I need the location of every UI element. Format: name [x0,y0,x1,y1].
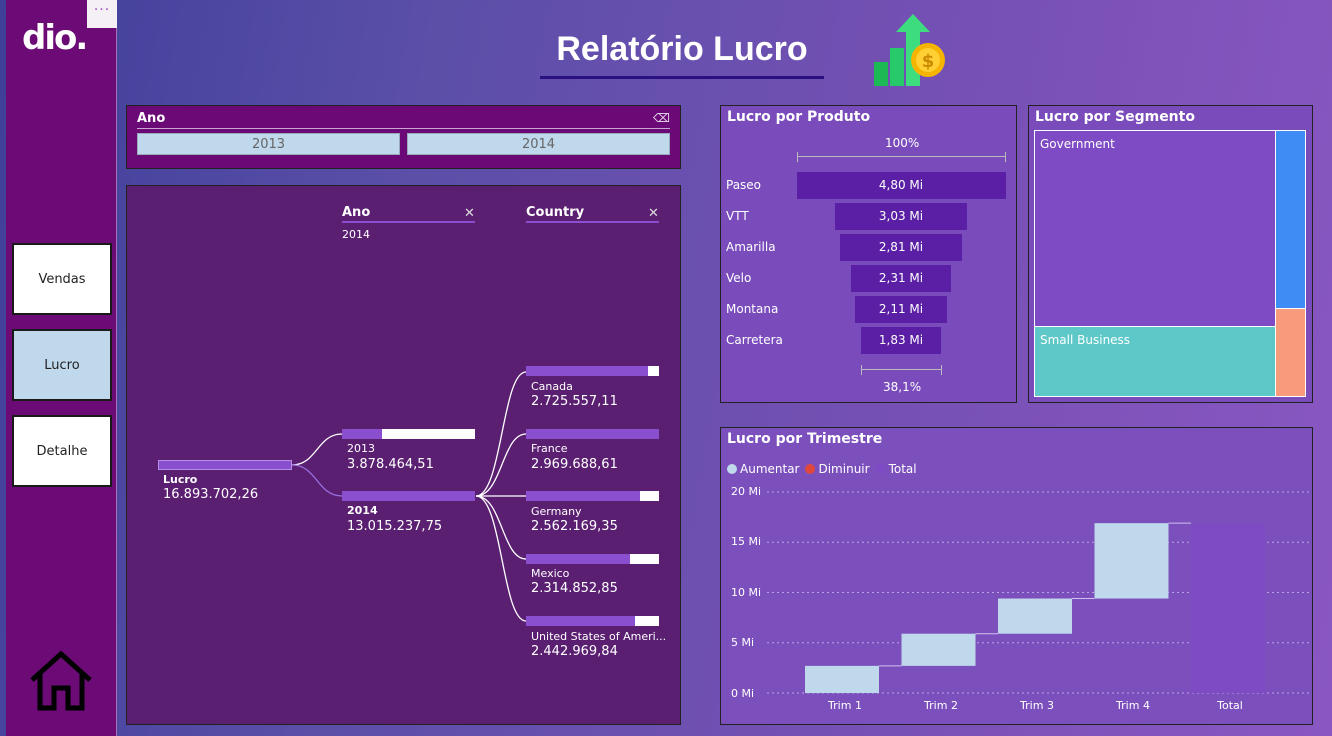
tree-node-canada[interactable] [526,366,659,376]
treemap-lucro-segmento: Lucro por Segmento Government Small Busi… [1028,105,1313,403]
report-title-block: Relatório Lucro [540,30,824,80]
treemap-cell-segment-4[interactable] [1275,308,1306,397]
node-fill [342,429,382,439]
node-fill [526,491,641,501]
waterfall-bar-trim-2 [901,633,976,666]
node-value-germany: 2.562.169,35 [531,519,618,534]
page-title: Relatório Lucro [556,30,808,68]
funnel-bar[interactable]: 2,81 Mi [839,234,963,261]
root-label: Lucro [163,473,198,486]
level-header-country: Country [526,205,585,220]
nav-detalhe-button[interactable]: Detalhe [12,415,112,487]
slicer-divider [137,128,670,129]
tree-node-usa[interactable] [526,616,659,626]
waterfall-lucro-trimestre: Lucro por Trimestre Aumentar Diminuir To… [720,427,1313,725]
nav-vendas-button[interactable]: Vendas [12,243,112,315]
funnel-bottom-bracket [861,365,942,375]
funnel-row-label: Velo [726,271,752,285]
node-label-mexico: Mexico [531,567,570,580]
level-rule-ano [342,221,475,223]
slicer-title: Ano [137,111,166,126]
x-tick-label: Trim 1 [828,699,862,712]
node-label-canada: Canada [531,380,573,393]
tree-node-france[interactable] [526,429,659,439]
node-label-usa: United States of Ameri... [531,630,667,643]
treemap-title: Lucro por Segmento [1035,109,1195,125]
funnel-bar[interactable]: 1,83 Mi [861,327,941,354]
funnel-bar[interactable]: 2,31 Mi [850,265,952,292]
node-fill [526,429,659,439]
funnel-title: Lucro por Produto [727,109,871,125]
funnel-row-label: Montana [726,302,779,316]
title-underline [540,76,824,79]
x-tick-label: Total [1217,699,1243,712]
treemap-cell-segment-3[interactable] [1275,130,1306,309]
waterfall-plot [767,491,1309,694]
slicer-option-2013[interactable]: 2013 [137,133,400,155]
svg-text:$: $ [922,51,935,72]
funnel-row-label: Paseo [726,178,762,192]
node-value-mexico: 2.314.852,85 [531,581,618,596]
node-fill [526,366,649,376]
tree-node-germany[interactable] [526,491,659,501]
nav-lucro-button[interactable]: Lucro [12,329,112,401]
funnel-row-label: VTT [726,209,749,223]
tree-node-2013[interactable] [342,429,475,439]
funnel-row-label: Amarilla [726,240,776,254]
eraser-icon[interactable]: ⌫ [653,111,670,125]
level-selection-ano: 2014 [342,228,370,241]
node-label-france: France [531,442,568,455]
funnel-row-label: Carretera [726,333,783,347]
more-options-button[interactable]: ··· [87,0,117,28]
level-rule-country [526,221,659,223]
waterfall-bar-trim-1 [805,665,879,693]
funnel-bar[interactable]: 3,03 Mi [835,203,967,230]
node-value-france: 2.969.688,61 [531,457,618,472]
funnel-bar[interactable]: 4,80 Mi [796,172,1006,199]
node-value-canada: 2.725.557,11 [531,394,618,409]
waterfall-bar-total [1191,523,1265,693]
root-value: 16.893.702,26 [163,487,259,502]
node-label-germany: Germany [531,505,582,518]
funnel-top-percent: 100% [885,136,920,150]
slicer-option-2014[interactable]: 2014 [407,133,670,155]
decomposition-tree: Ano ✕ 2014 Country ✕ Lucro 16.893.702,26… [126,185,681,725]
funnel-bar[interactable]: 2,11 Mi [855,296,947,323]
x-tick-label: Trim 3 [1020,699,1054,712]
node-label-2013: 2013 [347,442,375,455]
level-header-ano: Ano [342,205,371,220]
node-value-usa: 2.442.969,84 [531,644,618,659]
x-tick-label: Trim 2 [924,699,958,712]
remove-level-ano-icon[interactable]: ✕ [464,206,475,221]
node-fill [342,491,475,501]
node-fill [526,616,636,626]
year-slicer: Ano ⌫ 2013 2014 [126,105,681,169]
growth-chart-money-icon: $ [874,14,945,86]
treemap-cell-government[interactable]: Government [1034,130,1276,328]
sidebar-nav: dio. ··· Vendas Lucro Detalhe [6,0,117,736]
tree-node-2014[interactable] [342,491,475,501]
node-value-2014: 13.015.237,75 [347,519,443,534]
funnel-lucro-produto: Lucro por Produto 100% Paseo 4,80 Mi VTT 3,… [720,105,1017,403]
funnel-top-bracket [797,152,1006,162]
treemap-cell-small-business[interactable]: Small Business [1034,326,1276,397]
tree-node-root[interactable] [158,460,292,470]
node-value-2013: 3.878.464,51 [347,457,434,472]
x-tick-label: Trim 4 [1116,699,1150,712]
waterfall-bar-trim-3 [998,598,1072,634]
dio-logo: dio. [22,18,88,58]
node-label-2014: 2014 [347,504,378,517]
waterfall-bar-trim-4 [1094,523,1169,599]
home-icon[interactable] [28,650,94,712]
tree-node-mexico[interactable] [526,554,659,564]
node-fill [526,554,630,564]
funnel-bottom-percent: 38,1% [883,380,922,394]
remove-level-country-icon[interactable]: ✕ [648,206,659,221]
